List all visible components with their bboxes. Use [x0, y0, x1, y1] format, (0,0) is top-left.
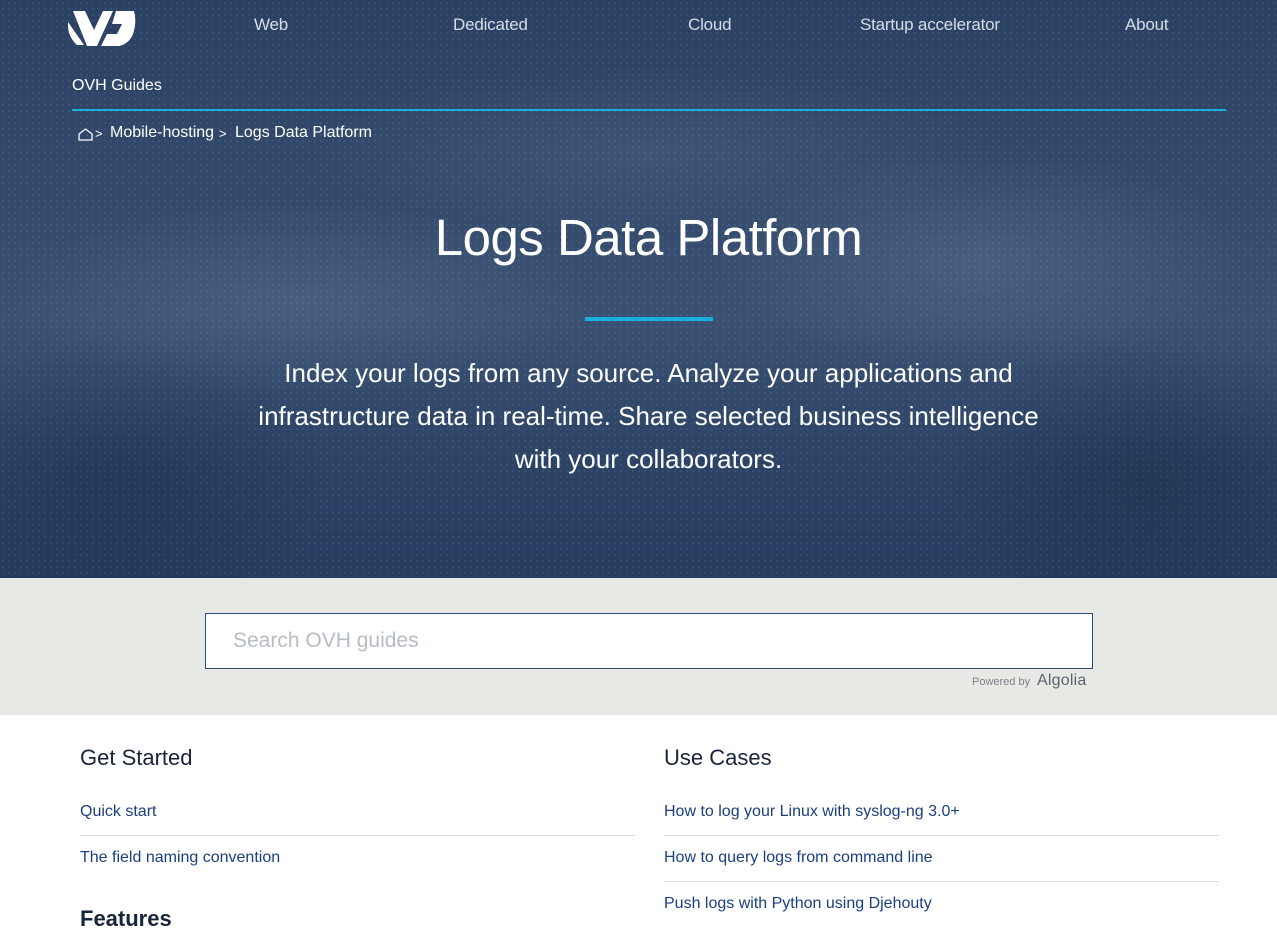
guide-link-syslog-ng[interactable]: How to log your Linux with syslog-ng 3.0… [664, 790, 1219, 822]
breadcrumb-mobile-hosting[interactable]: Mobile-hosting [110, 124, 214, 142]
nav-cloud[interactable]: Cloud [688, 15, 732, 35]
breadcrumb-current: Logs Data Platform [235, 124, 372, 141]
search-section: Powered by Algolia [0, 578, 1277, 715]
use-cases-list: How to log your Linux with syslog-ng 3.0… [664, 790, 1219, 928]
home-icon[interactable] [78, 128, 93, 141]
hero-background-photo [0, 0, 1277, 578]
list-item: How to log your Linux with syslog-ng 3.0… [664, 790, 1219, 836]
guide-link-query-cli[interactable]: How to query logs from command line [664, 836, 1219, 868]
nav-dedicated[interactable]: Dedicated [453, 15, 528, 35]
hero-banner: Web Dedicated Cloud Startup accelerator … [0, 0, 1277, 578]
get-started-title: Get Started [80, 745, 193, 770]
list-item: How to query logs from command line [664, 836, 1219, 882]
title-underline [585, 317, 713, 321]
list-item: Push logs with Python using Djehouty [664, 882, 1219, 928]
nav-startup-accelerator[interactable]: Startup accelerator [860, 15, 1000, 35]
guide-link-quick-start[interactable]: Quick start [80, 790, 635, 822]
nav-about[interactable]: About [1125, 15, 1169, 35]
breadcrumb-separator: > [219, 126, 227, 141]
list-item: Quick start [80, 790, 635, 836]
guides-section-title[interactable]: OVH Guides [72, 77, 162, 95]
page-title: Logs Data Platform [434, 209, 863, 266]
search-input[interactable] [205, 613, 1093, 669]
breadcrumb-separator: > [95, 126, 103, 141]
get-started-list: Quick start The field naming convention [80, 790, 635, 882]
ovh-logo-icon [67, 11, 136, 46]
guides-divider [72, 109, 1226, 111]
guide-link-python-djehouty[interactable]: Push logs with Python using Djehouty [664, 882, 1219, 914]
nav-web[interactable]: Web [254, 15, 288, 35]
list-item: The field naming convention [80, 836, 635, 882]
page-intro: Index your logs from any source. Analyze… [258, 358, 1039, 474]
algolia-logo: Algolia [1037, 672, 1087, 689]
guide-link-field-naming[interactable]: The field naming convention [80, 836, 635, 868]
ovh-logo[interactable] [67, 8, 137, 50]
use-cases-title: Use Cases [664, 745, 772, 770]
powered-by-label: Powered by [972, 676, 1031, 688]
features-title: Features [80, 906, 172, 931]
